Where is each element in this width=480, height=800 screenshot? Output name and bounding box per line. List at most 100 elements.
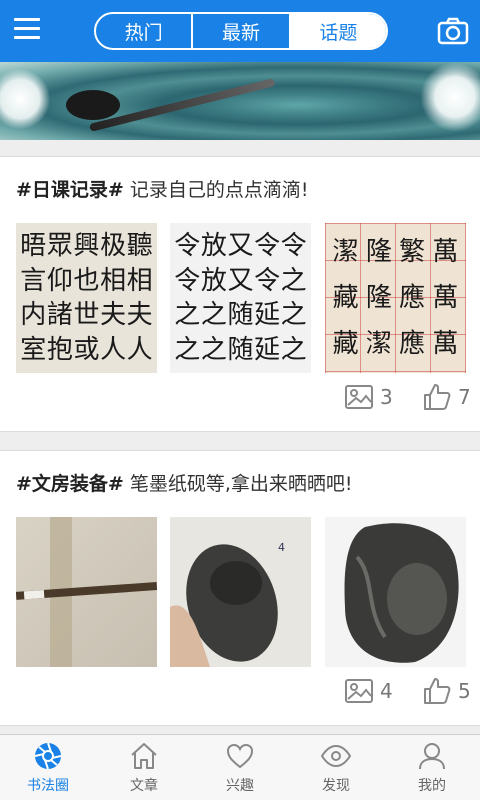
calligraphy-character: 延	[254, 334, 281, 365]
calligraphy-character: 眾	[46, 231, 73, 262]
calligraphy-character: 潔	[332, 237, 359, 267]
calligraphy-character: 藏	[332, 329, 359, 359]
topic-card[interactable]: #文房装备# 笔墨纸砚等,拿出来晒晒吧! 4 4 5	[0, 450, 480, 726]
nav-label: 文章	[130, 778, 158, 794]
nav-item-interests[interactable]: 兴趣	[192, 735, 288, 800]
image-count: 4	[380, 679, 393, 703]
image-icon	[345, 385, 373, 409]
menu-icon[interactable]	[14, 16, 42, 42]
calligraphy-character: 興	[73, 231, 100, 262]
calligraphy-character: 或	[73, 334, 100, 365]
image-count-stat: 3	[344, 381, 393, 413]
calligraphy-character: 相	[100, 265, 127, 296]
nav-item-articles[interactable]: 文章	[96, 735, 192, 800]
calligraphy-character: 繁	[399, 237, 426, 267]
calligraphy-character: 仰	[46, 265, 73, 296]
home-icon	[131, 743, 157, 769]
nav-item-mine[interactable]: 我的	[384, 735, 480, 800]
calligraphy-column: 放放之之	[201, 229, 227, 367]
calligraphy-thumbnail[interactable]: 令之之之令令延延又又随随放放之之令令之之	[170, 223, 311, 373]
calligraphy-column: 繁應應	[399, 229, 425, 367]
topic-title: #文房装备# 笔墨纸砚等,拿出来晒晒吧!	[16, 469, 353, 496]
person-icon	[419, 743, 445, 770]
calligraphy-character: 极	[100, 231, 127, 262]
topic-thumbnails: 聽相夫人极相夫人興也世或眾仰諸抱晤言内室 令之之之令令延延又又随随放放之之令令之…	[16, 223, 466, 373]
tab-hot[interactable]: 热门	[96, 14, 194, 48]
calligraphy-character: 令	[254, 265, 281, 296]
calligraphy-column: 隆隆潔	[366, 229, 392, 367]
calligraphy-column: 潔藏藏	[333, 229, 359, 367]
calligraphy-character: 藏	[332, 283, 359, 313]
calligraphy-character: 令	[254, 231, 281, 262]
lotus-decoration	[0, 68, 50, 130]
carved-inkstone-thumbnail[interactable]	[325, 517, 466, 667]
camera-icon[interactable]	[436, 14, 470, 48]
calligraphy-column: 极相夫人	[100, 229, 126, 367]
calligraphy-character: 随	[227, 334, 254, 365]
brush-photo-thumbnail[interactable]	[16, 517, 157, 667]
calligraphy-character: 萬	[432, 329, 459, 359]
nav-label: 我的	[418, 778, 446, 794]
tab-topics[interactable]: 话题	[290, 14, 386, 48]
calligraphy-character: 内	[20, 300, 47, 331]
topic-thumbnails: 4	[16, 517, 466, 667]
topic-stats: 4 5	[340, 675, 476, 707]
calligraphy-character: 隆	[365, 237, 392, 267]
calligraphy-column: 聽相夫人	[127, 229, 153, 367]
calligraphy-character: 抱	[46, 334, 73, 365]
calligraphy-column: 萬萬萬	[432, 229, 458, 367]
calligraphy-column: 眾仰諸抱	[47, 229, 73, 367]
calligraphy-thumbnail[interactable]: 聽相夫人极相夫人興也世或眾仰諸抱晤言内室	[16, 223, 157, 373]
image-count: 3	[380, 385, 393, 409]
topic-title: #日课记录# 记录自己的点点滴滴!	[16, 175, 309, 202]
calligraphy-character: 之	[200, 334, 227, 365]
topic-text: 记录自己的点点滴滴!	[129, 179, 309, 201]
calligraphy-character: 相	[126, 265, 153, 296]
bottom-navigation: 书法圈 文章 兴趣 发现 我的	[0, 734, 480, 800]
calligraphy-character: 之	[174, 334, 201, 365]
topic-card[interactable]: #日课记录# 记录自己的点点滴滴! 聽相夫人极相夫人興也世或眾仰諸抱晤言内室 令…	[0, 156, 480, 432]
image-count-stat: 4	[344, 675, 393, 707]
calligraphy-column: 又又随随	[227, 229, 253, 367]
topic-tag: #日课记录#	[16, 179, 124, 201]
like-stat[interactable]: 7	[422, 381, 471, 413]
calligraphy-character: 令	[174, 265, 201, 296]
nav-item-discover[interactable]: 发现	[288, 735, 384, 800]
calligraphy-character: 萬	[432, 283, 459, 313]
calligraphy-character: 人	[126, 334, 153, 365]
inkstone-photo-thumbnail[interactable]: 4	[170, 517, 311, 667]
lotus-decoration	[420, 62, 480, 132]
calligraphy-column: 令令之之	[174, 229, 200, 367]
nav-item-calligraphy-circle[interactable]: 书法圈	[0, 735, 96, 800]
calligraphy-character: 應	[399, 283, 426, 313]
calligraphy-character: 之	[280, 334, 307, 365]
tab-latest[interactable]: 最新	[193, 14, 291, 48]
calligraphy-character: 之	[200, 300, 227, 331]
calligraphy-character: 放	[200, 265, 227, 296]
top-app-bar: 热门 最新 话题	[0, 0, 480, 62]
calligraphy-character: 潔	[365, 329, 392, 359]
calligraphy-character: 也	[73, 265, 100, 296]
feed-tab-switcher: 热门 最新 话题	[94, 12, 388, 50]
calligraphy-column: 令令延延	[254, 229, 280, 367]
like-stat[interactable]: 5	[422, 675, 471, 707]
like-count: 5	[458, 679, 471, 703]
calligraphy-column: 令之之之	[281, 229, 307, 367]
eye-icon	[320, 744, 352, 768]
svg-text:4: 4	[278, 541, 285, 554]
calligraphy-character: 人	[100, 334, 127, 365]
nav-label: 兴趣	[226, 778, 254, 794]
thumbs-up-icon[interactable]	[422, 382, 452, 412]
calligraphy-character: 随	[227, 300, 254, 331]
like-count: 7	[458, 385, 471, 409]
calligraphy-character: 令	[280, 231, 307, 262]
topic-stats: 3 7	[340, 381, 476, 413]
calligraphy-character: 令	[174, 231, 201, 262]
calligraphy-thumbnail[interactable]: 萬萬萬繁應應隆隆潔潔藏藏	[325, 223, 466, 373]
nav-label: 书法圈	[27, 778, 69, 794]
topic-tag: #文房装备#	[16, 473, 124, 495]
thumbs-up-icon[interactable]	[422, 676, 452, 706]
calligraphy-character: 隆	[365, 283, 392, 313]
header-banner-image[interactable]	[0, 62, 480, 140]
calligraphy-character: 夫	[126, 300, 153, 331]
